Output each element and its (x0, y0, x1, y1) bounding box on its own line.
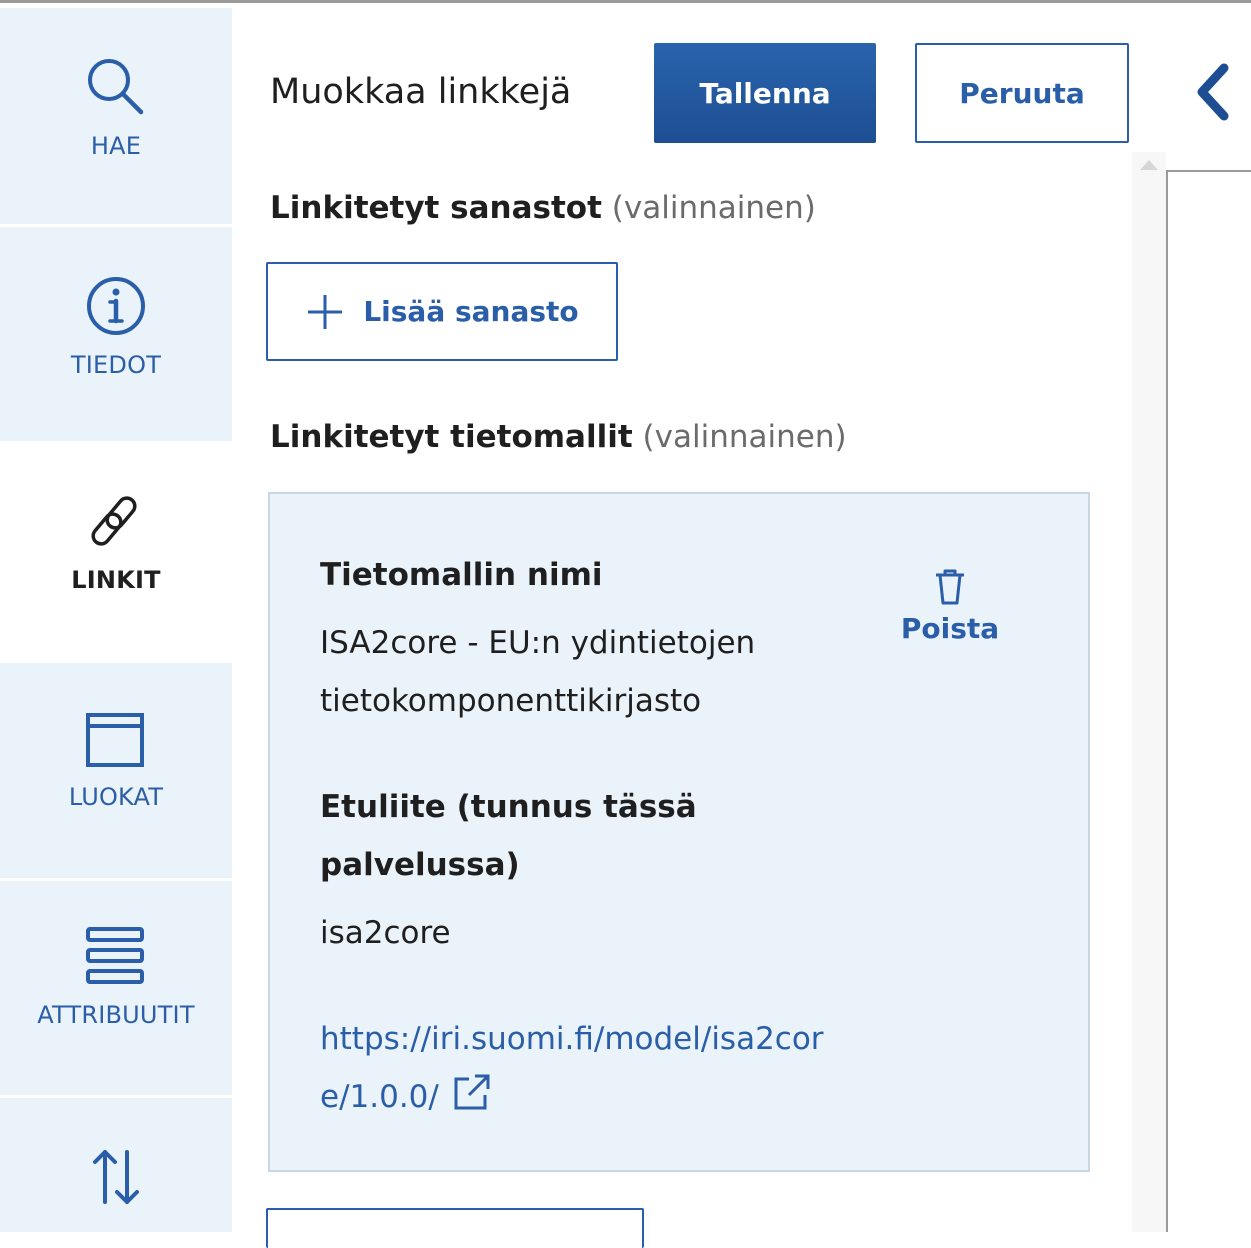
sidebar-item-hae[interactable]: HAE (0, 8, 232, 224)
sidebar-item-sort[interactable] (0, 1098, 232, 1232)
vocabularies-section-label: Linkitetyt sanastot (valinnainen) (270, 190, 816, 226)
datamodel-uri-link[interactable]: https://iri.suomi.fi/model/isa2core/1.0.… (320, 1010, 840, 1126)
content-frame (1166, 170, 1251, 1232)
info-icon (87, 277, 145, 335)
scroll-up-icon[interactable] (1138, 158, 1160, 172)
optional-hint: (valinnainen) (642, 419, 847, 455)
external-link-icon (454, 1074, 490, 1110)
sidebar: HAE TIEDOT LINKIT LUOKAT ATTRIBUUTIT (0, 3, 232, 1232)
sidebar-item-label: TIEDOT (70, 351, 162, 379)
sidebar-item-label: HAE (90, 132, 142, 160)
sidebar-item-attribuutit[interactable]: ATTRIBUUTIT (0, 881, 232, 1095)
search-icon (88, 59, 144, 115)
delete-button[interactable]: Poista (900, 568, 1000, 645)
sidebar-item-tiedot[interactable]: TIEDOT (0, 227, 232, 441)
page-title: Muokkaa linkkejä (270, 72, 572, 112)
datamodel-uri: https://iri.suomi.fi/model/isa2core/1.0.… (320, 1021, 824, 1115)
vocabularies-label: Linkitetyt sanastot (270, 190, 602, 226)
add-datamodel-button[interactable] (266, 1208, 644, 1248)
plus-icon (308, 294, 343, 329)
add-vocabulary-button[interactable]: Lisää sanasto (266, 262, 618, 361)
sidebar-item-label: LUOKAT (68, 783, 164, 811)
cancel-button[interactable]: Peruuta (915, 43, 1129, 143)
save-button[interactable]: Tallenna (654, 43, 876, 143)
window-icon (86, 713, 144, 767)
optional-hint: (valinnainen) (611, 190, 816, 226)
link-icon (91, 496, 137, 546)
prefix-label: Etuliite (tunnus tässä palvelussa) (320, 789, 697, 883)
sidebar-item-label: LINKIT (71, 566, 161, 594)
delete-label: Poista (900, 612, 1000, 645)
scrollbar[interactable] (1132, 152, 1166, 1232)
prefix-value: isa2core (320, 915, 451, 951)
chevron-left-icon[interactable] (1192, 62, 1232, 122)
datamodel-name-label: Tietomallin nimi (320, 557, 603, 593)
linked-datamodel-card: Tietomallin nimi ISA2core - EU:n ydintie… (268, 492, 1090, 1172)
trash-icon (936, 569, 964, 605)
sidebar-item-luokat[interactable]: LUOKAT (0, 663, 232, 878)
list-icon (86, 927, 144, 984)
datamodels-section-label: Linkitetyt tietomallit (valinnainen) (270, 419, 847, 455)
datamodels-label: Linkitetyt tietomallit (270, 419, 633, 455)
datamodel-name-value: ISA2core - EU:n ydintietojen tietokompon… (320, 625, 756, 719)
sidebar-item-label: ATTRIBUUTIT (37, 1001, 195, 1029)
sort-arrows-icon (93, 1150, 139, 1204)
sidebar-item-linkit[interactable]: LINKIT (0, 444, 232, 663)
add-vocabulary-label: Lisää sanasto (363, 295, 579, 328)
